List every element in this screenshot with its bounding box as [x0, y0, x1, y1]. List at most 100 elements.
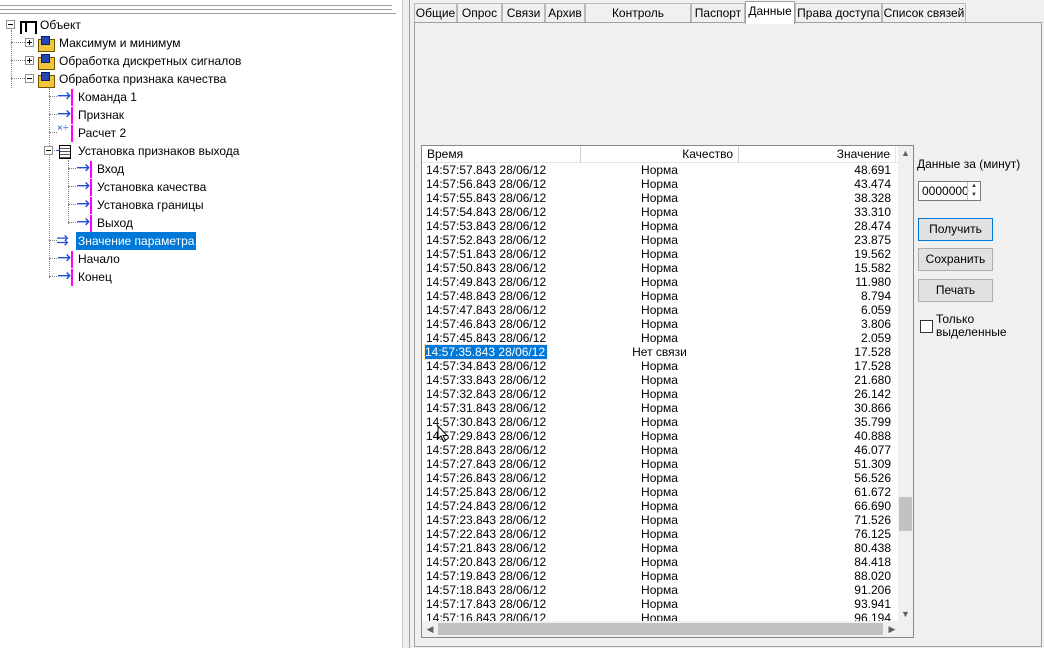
collapse-icon[interactable] — [6, 20, 15, 29]
table-row[interactable]: 14:57:20.843 28/06/12 Норма 84.418 — [422, 555, 900, 569]
table-row[interactable]: 14:57:56.843 28/06/12 Норма 43.474 — [422, 177, 900, 191]
column-header-value[interactable]: Значение — [739, 146, 896, 163]
only-selected-label[interactable]: Только выделенные — [936, 313, 1007, 339]
tree-item-label[interactable]: Установка границы — [95, 196, 206, 214]
cell-time: 14:57:28.843 28/06/12 — [426, 443, 547, 457]
table-row[interactable]: 14:57:26.843 28/06/12 Норма 56.526 — [422, 471, 900, 485]
table-row[interactable]: 14:57:29.843 28/06/12 Норма 40.888 — [422, 429, 900, 443]
table-row[interactable]: 14:57:51.843 28/06/12 Норма 19.562 — [422, 247, 900, 261]
table-row[interactable]: 14:57:27.843 28/06/12 Норма 51.309 — [422, 457, 900, 471]
cell-time: 14:57:52.843 28/06/12 — [426, 233, 547, 247]
tab-7[interactable]: Данные — [745, 1, 795, 24]
tree-item-label[interactable]: Команда 1 — [76, 88, 139, 106]
horizontal-scroll-thumb[interactable] — [438, 623, 883, 635]
expand-icon[interactable] — [25, 38, 34, 47]
table-row[interactable]: 14:57:19.843 28/06/12 Норма 88.020 — [422, 569, 900, 583]
table-row[interactable]: 14:57:33.843 28/06/12 Норма 21.680 — [422, 373, 900, 387]
table-row[interactable]: 14:57:21.843 28/06/12 Норма 80.438 — [422, 541, 900, 555]
print-button[interactable]: Печать — [918, 279, 993, 302]
minutes-spinner[interactable]: 0000000 ▲ ▼ — [918, 181, 981, 201]
tree-item-label[interactable]: Установка качества — [95, 178, 208, 196]
spin-down-icon[interactable]: ▼ — [968, 191, 980, 200]
expand-icon[interactable] — [25, 56, 34, 65]
table-row[interactable]: 14:57:24.843 28/06/12 Норма 66.690 — [422, 499, 900, 513]
cell-time: 14:57:21.843 28/06/12 — [426, 541, 547, 555]
table-row[interactable]: 14:57:30.843 28/06/12 Норма 35.799 — [422, 415, 900, 429]
scroll-up-icon[interactable]: ▲ — [898, 146, 913, 161]
table-row[interactable]: 14:57:47.843 28/06/12 Норма 6.059 — [422, 303, 900, 317]
collapse-icon[interactable] — [44, 146, 53, 155]
cell-value: 61.672 — [854, 485, 891, 499]
table-row[interactable]: 14:57:52.843 28/06/12 Норма 23.875 — [422, 233, 900, 247]
column-header-quality[interactable]: Качество — [581, 146, 739, 163]
scroll-left-icon[interactable]: ◀ — [422, 621, 438, 637]
tab-9[interactable]: Список связей — [882, 3, 966, 23]
table-row[interactable]: 14:57:55.843 28/06/12 Норма 38.328 — [422, 191, 900, 205]
tab-3[interactable]: Связи — [502, 3, 545, 23]
tree-connector-line — [11, 42, 25, 43]
table-row[interactable]: 14:57:53.843 28/06/12 Норма 28.474 — [422, 219, 900, 233]
cell-value: 21.680 — [854, 373, 891, 387]
tree-item-label[interactable]: Вход — [95, 160, 126, 178]
cell-time: 14:57:20.843 28/06/12 — [426, 555, 547, 569]
collapse-icon[interactable] — [25, 74, 34, 83]
tree-item-label[interactable]: Объект — [38, 16, 83, 34]
panel-splitter[interactable] — [402, 0, 410, 648]
minutes-value[interactable]: 0000000 — [922, 184, 969, 198]
cell-quality: Норма — [641, 471, 678, 485]
table-row[interactable]: 14:57:22.843 28/06/12 Норма 76.125 — [422, 527, 900, 541]
table-row[interactable]: 14:57:18.843 28/06/12 Норма 91.206 — [422, 583, 900, 597]
cell-quality: Норма — [641, 597, 678, 611]
table-row[interactable]: 14:57:48.843 28/06/12 Норма 8.794 — [422, 289, 900, 303]
get-button[interactable]: Получить — [918, 218, 993, 241]
tree-item-label[interactable]: Значение параметра — [76, 232, 197, 250]
signal-arrow-icon — [56, 105, 74, 124]
tree-item-label[interactable]: Максимум и минимум — [57, 34, 183, 52]
tree-item-label[interactable]: Установка признаков выхода — [76, 142, 241, 160]
table-row[interactable]: 14:57:45.843 28/06/12 Норма 2.059 — [422, 331, 900, 345]
column-header-time[interactable]: Время — [422, 146, 581, 163]
cell-time: 14:57:25.843 28/06/12 — [426, 485, 547, 499]
tree-item-label[interactable]: Обработка признака качества — [57, 70, 228, 88]
tree-item-label[interactable]: Обработка дискретных сигналов — [57, 52, 243, 70]
table-row[interactable]: 14:57:49.843 28/06/12 Норма 11.980 — [422, 275, 900, 289]
table-row[interactable]: 14:57:31.843 28/06/12 Норма 30.866 — [422, 401, 900, 415]
table-row[interactable]: 14:57:54.843 28/06/12 Норма 33.310 — [422, 205, 900, 219]
cell-value: 56.526 — [854, 471, 891, 485]
tab-1[interactable]: Общие — [414, 3, 457, 23]
data-list[interactable]: Время Качество Значение 14:57:57.843 28/… — [421, 145, 914, 638]
tree-item-label[interactable]: Признак — [76, 106, 126, 124]
tab-2[interactable]: Опрос — [457, 3, 502, 23]
table-row[interactable]: 14:57:28.843 28/06/12 Норма 46.077 — [422, 443, 900, 457]
table-row[interactable]: 14:57:25.843 28/06/12 Норма 61.672 — [422, 485, 900, 499]
scroll-down-icon[interactable]: ▼ — [898, 607, 913, 622]
only-selected-checkbox[interactable] — [920, 320, 933, 333]
panel-grip[interactable] — [0, 0, 396, 14]
table-row[interactable]: 14:57:46.843 28/06/12 Норма 3.806 — [422, 317, 900, 331]
table-row[interactable]: 14:57:32.843 28/06/12 Норма 26.142 — [422, 387, 900, 401]
cell-time: 14:57:54.843 28/06/12 — [426, 205, 547, 219]
cell-quality: Норма — [641, 569, 678, 583]
table-row[interactable]: 14:57:57.843 28/06/12 Норма 48.691 — [422, 163, 900, 177]
signal-arrow-icon — [75, 213, 93, 232]
table-row[interactable]: 14:57:23.843 28/06/12 Норма 71.526 — [422, 513, 900, 527]
tab-8[interactable]: Права доступа — [795, 3, 882, 23]
spin-up-icon[interactable]: ▲ — [968, 182, 980, 191]
vertical-scroll-thumb[interactable] — [899, 497, 912, 531]
tree-connector-line — [68, 160, 69, 224]
tree-item-label[interactable]: Конец — [76, 268, 114, 286]
tree-item-label[interactable]: Начало — [76, 250, 122, 268]
table-row[interactable]: 14:57:17.843 28/06/12 Норма 93.941 — [422, 597, 900, 611]
table-row[interactable]: 14:57:35.843 28/06/12 Нет связи 17.528 — [422, 344, 900, 360]
tree-item-label[interactable]: Расчет 2 — [76, 124, 128, 142]
vertical-scrollbar[interactable]: ▲ ▼ — [898, 146, 913, 622]
save-button[interactable]: Сохранить — [918, 248, 993, 271]
tree-item-label[interactable]: Выход — [95, 214, 135, 232]
tab-4[interactable]: Архив — [545, 3, 585, 23]
horizontal-scrollbar[interactable]: ◀ ▶ — [422, 621, 900, 637]
tab-6[interactable]: Паспорт — [691, 3, 745, 23]
tab-5[interactable]: Контроль значений — [585, 3, 691, 38]
cell-value: 35.799 — [854, 415, 891, 429]
table-row[interactable]: 14:57:34.843 28/06/12 Норма 17.528 — [422, 359, 900, 373]
table-row[interactable]: 14:57:50.843 28/06/12 Норма 15.582 — [422, 261, 900, 275]
